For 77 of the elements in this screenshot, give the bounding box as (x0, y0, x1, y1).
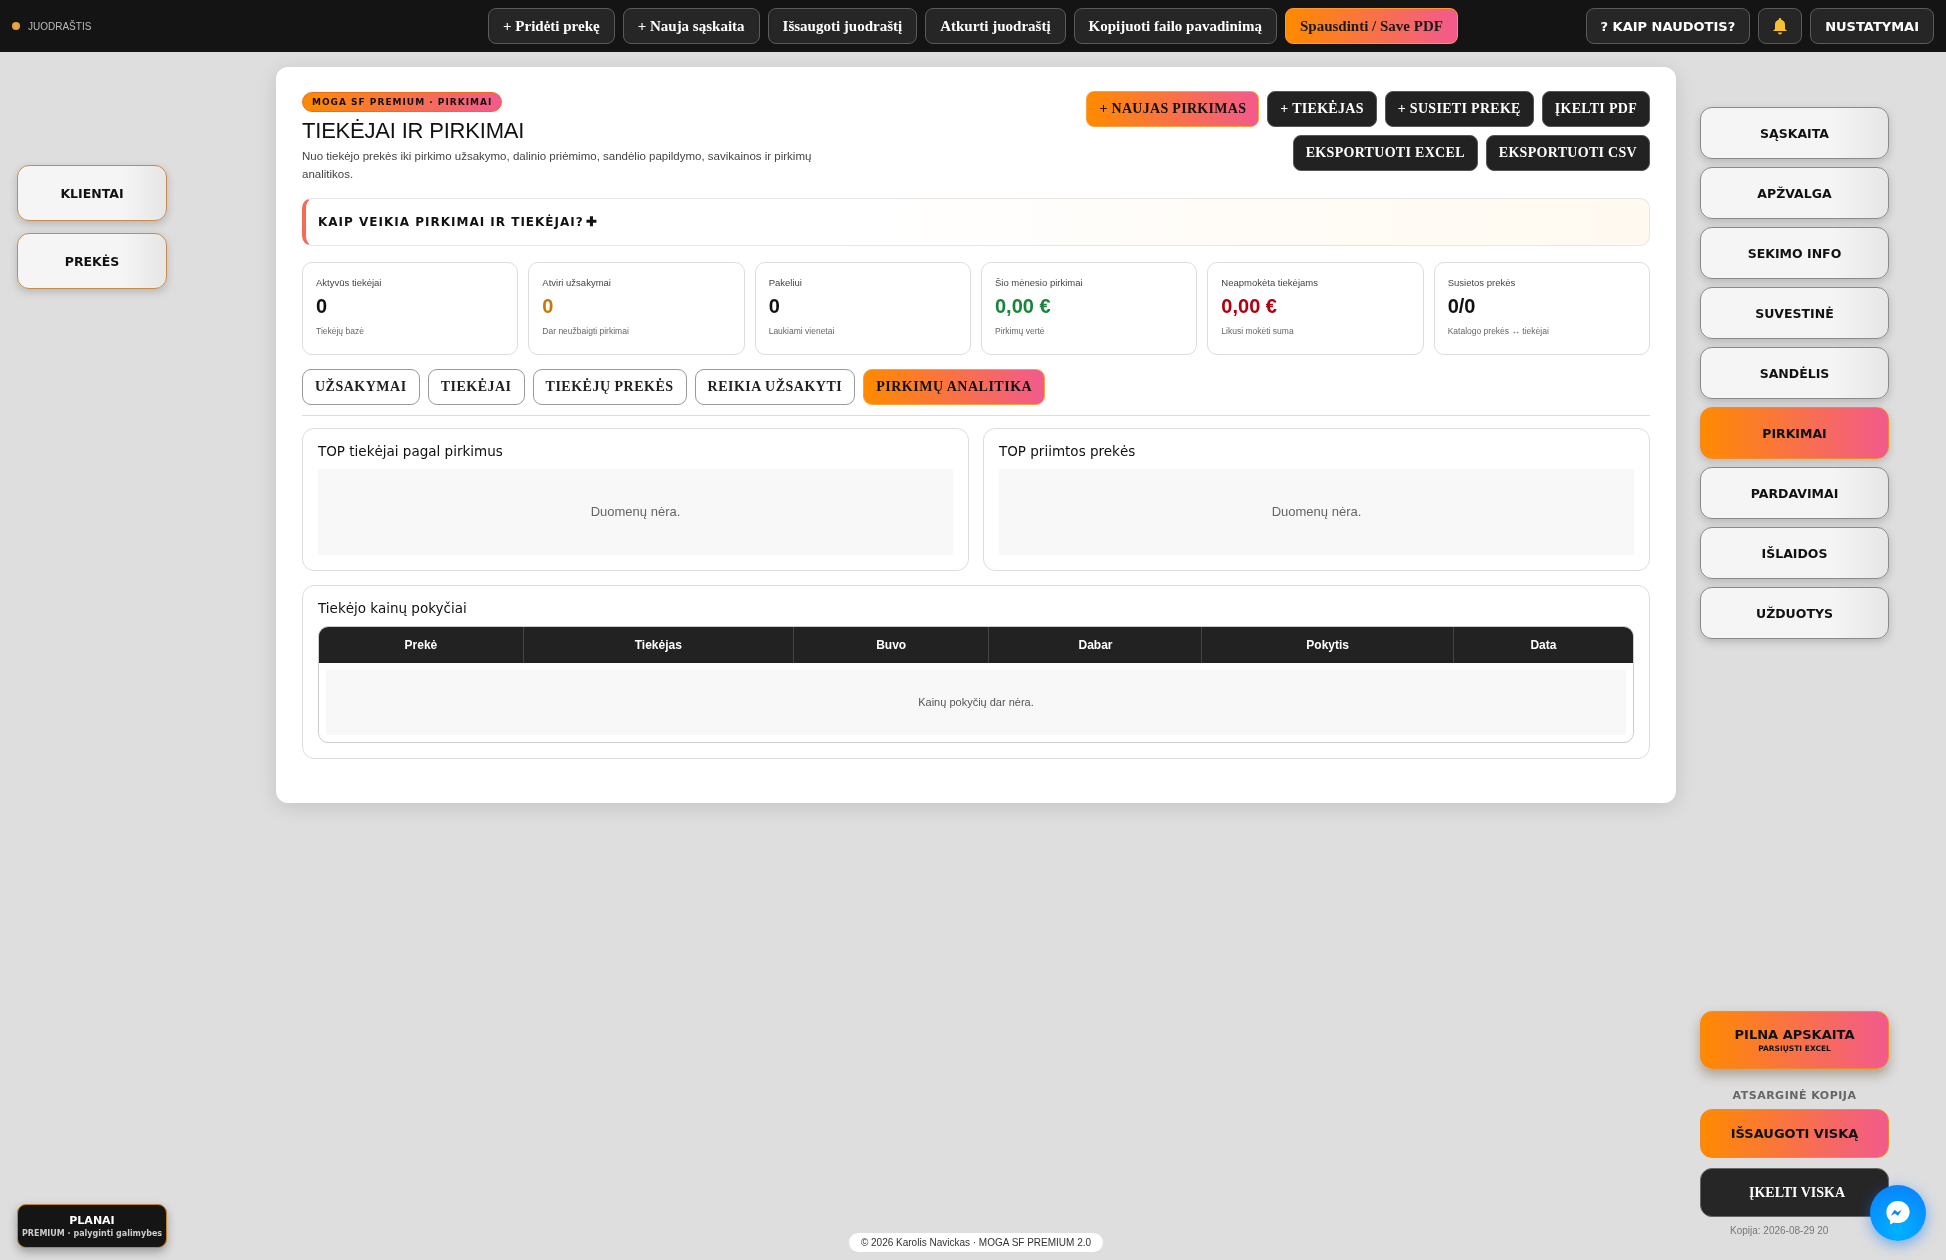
nav-button[interactable]: SĄSKAITA (1700, 107, 1889, 159)
column-header: Pokytis (1202, 626, 1454, 663)
empty-message: Duomenų nėra. (999, 468, 1634, 555)
save-all-button[interactable]: IŠSAUGOTI VISKĄ (1700, 1109, 1889, 1158)
draft-status-label: JUODRAŠTIS (28, 20, 92, 32)
settings-button[interactable]: NUSTATYMAI (1810, 8, 1934, 44)
tab[interactable]: TIEKĖJAI (427, 368, 525, 405)
stat-label: Pakeliui (768, 276, 803, 288)
stat-value: 0 (316, 294, 329, 318)
nav-button[interactable]: PARDAVIMAI (1700, 467, 1889, 519)
stat-note: Pirkimų vertė (995, 325, 1046, 336)
chat-button[interactable] (1870, 1185, 1926, 1241)
stat-value: 0 (542, 294, 555, 318)
section-label: ATSARGINĖ KOPIJA (1731, 1089, 1858, 1102)
column-header: Tiekėjas (523, 626, 794, 663)
stat-note: Dar neužbaigti pirkimai (542, 325, 630, 336)
backup-timestamp: Kopija: 2026-08-29 20 (1729, 1225, 1830, 1236)
tab[interactable]: TIEKĖJŲ PREKĖS (532, 368, 687, 405)
stat-note: Laukiami vienetai (768, 325, 836, 336)
load-all-button[interactable]: ĮKELTI VISKA (1700, 1168, 1889, 1217)
plans-button[interactable]: PLANAI PREMIUM · palyginti galimybes (17, 1204, 167, 1248)
stat-label: Aktyvūs tiekėjai (316, 276, 383, 288)
stat-note: Tiekėjų bazė (316, 325, 365, 336)
tab[interactable]: PIRKIMŲ ANALITIKA (863, 368, 1046, 405)
tab[interactable]: UŽSAKYMAI (302, 368, 420, 405)
bell-icon (1772, 17, 1789, 35)
panel-title: Tiekėjo kainų pokyčiai (318, 599, 468, 616)
stat-note: Likusi mokėti suma (1221, 325, 1295, 336)
action-button[interactable]: + NAUJAS PIRKIMAS (1086, 91, 1260, 127)
toolbar-button[interactable]: + Pridėti prekę (488, 8, 615, 44)
toolbar-button[interactable]: Atkurti juodraštį (925, 8, 1066, 44)
stat-label: Šio mėnesio pirkimai (995, 276, 1084, 288)
empty-message: Duomenų nėra. (318, 468, 953, 555)
page-description: Nuo tiekėjo prekės iki pirkimo užsakymo, dalinio priėmimo, sandėlio papildymo, savikainos ir pirkimų analitikos. (302, 149, 812, 182)
nav-button[interactable]: PREKĖS (17, 233, 167, 289)
stat-note: Katalogo prekės ↔ tiekėjai (1447, 325, 1550, 336)
stat-value: 0 (768, 294, 781, 318)
nav-button[interactable]: SEKIMO INFO (1700, 227, 1889, 279)
action-button[interactable]: ĮKELTI PDF (1541, 91, 1650, 127)
nav-button[interactable]: KLIENTAI (17, 165, 167, 221)
column-header: Buvo (793, 626, 989, 663)
tab[interactable]: REIKIA UŽSAKYTI (694, 368, 856, 405)
nav-button[interactable]: SANDĖLIS (1700, 347, 1889, 399)
toolbar-button[interactable]: Išsaugoti juodraštį (767, 8, 918, 44)
toolbar-button[interactable]: Spausdinti / Save PDF (1284, 8, 1458, 44)
column-header: Prekė (319, 626, 524, 663)
nav-button[interactable]: APŽVALGA (1700, 167, 1889, 219)
module-badge: MOGA SF PREMIUM · PIRKIMAI (302, 92, 503, 112)
action-button[interactable]: EKSPORTUOTI CSV (1485, 135, 1650, 171)
banner-title: KAIP VEIKIA PIRKIMAI IR TIEKĖJAI? (318, 214, 584, 229)
toolbar-button[interactable]: + Nauja sąskaita (622, 8, 760, 44)
expand-icon: ✚ (585, 214, 597, 230)
action-button[interactable]: + TIEKĖJAS (1267, 91, 1377, 127)
column-header: Dabar (989, 626, 1202, 663)
stat-label: Atviri užsakymai (542, 276, 612, 288)
stat-value: 0/0 (1447, 294, 1477, 318)
panel-title: TOP priimtos prekės (999, 442, 1137, 459)
nav-button[interactable]: PIRKIMAI (1700, 407, 1889, 459)
stat-value: 0,00 € (1221, 294, 1278, 318)
panel-title: TOP tiekėjai pagal pirkimus (318, 442, 504, 459)
toolbar-button[interactable]: Kopijuoti failo pavadinimą (1073, 8, 1277, 44)
nav-button[interactable]: SUVESTINĖ (1700, 287, 1889, 339)
nav-button[interactable]: IŠLAIDOS (1700, 527, 1889, 579)
stat-value: 0,00 € (995, 294, 1052, 318)
help-banner[interactable]: KAIP VEIKIA PIRKIMAI IR TIEKĖJAI?✚ (302, 197, 1650, 246)
empty-message: Kainų pokyčių dar nėra. (326, 669, 1626, 735)
action-button[interactable]: EKSPORTUOTI EXCEL (1292, 135, 1478, 171)
copyright-footer: © 2026 Karolis Navickas · MOGA SF PREMIUM 2.0 (848, 1233, 1104, 1252)
chat-bubble-icon (1884, 1199, 1912, 1227)
column-header: Data (1453, 626, 1633, 663)
stat-label: Neapmokėta tiekėjams (1221, 276, 1319, 288)
notifications-button[interactable] (1758, 8, 1803, 44)
help-button[interactable]: ? KAIP NAUDOTIS? (1585, 8, 1751, 44)
page-title: TIEKĖJAI IR PIRKIMAI (302, 118, 526, 144)
action-button[interactable]: + SUSIETI PREKĘ (1384, 91, 1534, 127)
stat-label: Susietos prekės (1447, 276, 1517, 288)
nav-button[interactable]: UŽDUOTYS (1700, 587, 1889, 639)
